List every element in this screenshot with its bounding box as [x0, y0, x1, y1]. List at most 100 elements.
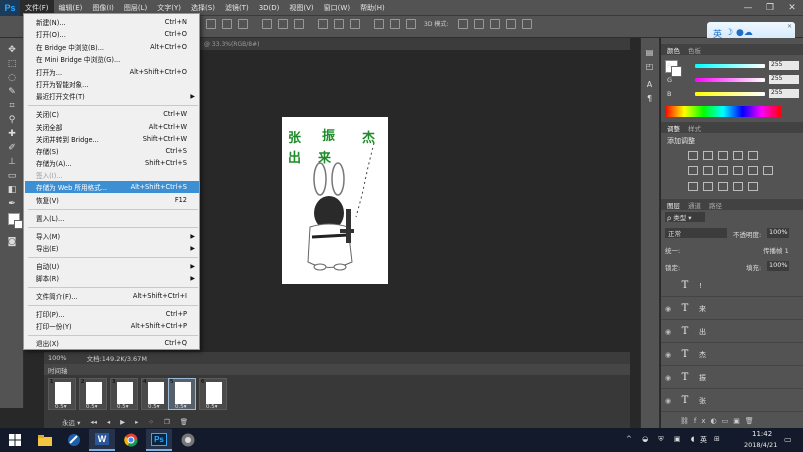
color-b-row[interactable]: B 255 [667, 89, 800, 98]
gradient-tool-icon[interactable]: ◧ [5, 184, 19, 196]
frame-delay[interactable]: 0.5▾ [175, 404, 187, 410]
timeline-frame-5[interactable]: 5 0.5▾ [168, 378, 196, 410]
ime-mode-icon[interactable]: ⊞ [714, 435, 720, 443]
play-icon[interactable]: ▶ [120, 418, 125, 426]
pen-tool-icon[interactable]: ✒ [5, 198, 19, 210]
media-app-icon[interactable] [175, 429, 201, 451]
opacity-input[interactable]: 100% [767, 228, 789, 238]
delete-frame-icon[interactable]: 🗑 [180, 418, 188, 426]
loop-select[interactable]: 永远 ▾ [62, 417, 80, 427]
marquee-tool-icon[interactable]: ⬚ [5, 58, 19, 70]
layer-name[interactable]: 出 [695, 327, 706, 337]
timeline-frame-3[interactable]: 3 0.5▾ [110, 378, 138, 410]
menu-item-close-all[interactable]: 关闭全部 Alt+Ctrl+W [25, 121, 199, 133]
close-icon[interactable]: ✕ [787, 23, 792, 30]
lasso-tool-icon[interactable]: ◌ [5, 72, 19, 84]
layer-row[interactable]: T ! [661, 275, 803, 297]
frame-delay[interactable]: 0.5▾ [55, 404, 67, 410]
windows-start-icon[interactable] [2, 429, 28, 451]
menu-3d[interactable]: 3D(D) [254, 0, 285, 16]
tab-paths[interactable]: 路径 [709, 200, 722, 210]
timeline-frame-6[interactable]: 6 0.5▾ [199, 378, 227, 410]
propagate-frame-checkbox[interactable]: 传播帧 1 [763, 245, 789, 255]
adjust-icons-row-3[interactable] [688, 182, 758, 191]
frame-delay[interactable]: 0.5▾ [86, 404, 98, 410]
menu-help[interactable]: 帮助(H) [355, 0, 390, 16]
layer-kind-filter[interactable]: ρ 类型 ▾ [665, 212, 705, 222]
distribute-top-icon[interactable] [318, 19, 328, 29]
align-bottom-icon[interactable] [238, 19, 248, 29]
menu-item-print[interactable]: 打印(P)... Ctrl+P [25, 308, 199, 320]
g-value-input[interactable]: 255 [769, 75, 799, 84]
menu-item-export[interactable]: 导出(E) ▶ [25, 242, 199, 254]
zoom-level[interactable]: 100% [48, 354, 67, 362]
menu-item-scripts[interactable]: 脚本(R) ▶ [25, 272, 199, 284]
align-center-icon[interactable] [278, 19, 288, 29]
blend-mode-select[interactable]: 正常 [665, 228, 727, 238]
menu-item-file-info[interactable]: 文件简介(F)... Alt+Shift+Ctrl+I [25, 290, 199, 302]
color-spectrum[interactable] [665, 106, 781, 117]
restore-button[interactable]: ❐ [759, 0, 781, 16]
system-tray-icons[interactable]: ^ ◒ ⛨ ▣ ◖ [626, 435, 698, 444]
align-left-icon[interactable] [262, 19, 272, 29]
menu-item-revert[interactable]: 恢复(V) F12 [25, 194, 199, 206]
menu-item-close-go-bridge[interactable]: 关闭并转到 Bridge... Shift+Ctrl+W [25, 133, 199, 145]
paragraph-icon[interactable]: ¶ [643, 94, 656, 105]
cleaner-app-icon[interactable] [61, 429, 87, 451]
clone-stamp-icon[interactable]: ⊥ [5, 156, 19, 168]
eyedropper-tool-icon[interactable]: ⚲ [5, 114, 19, 126]
scale-3d-icon[interactable] [522, 19, 532, 29]
first-frame-icon[interactable]: ◂◂ [90, 418, 97, 426]
menu-item-browse-mini-bridge[interactable]: 在 Mini Bridge 中浏览(G)... [25, 53, 199, 65]
layer-row[interactable]: ◉ T 出 [661, 321, 803, 343]
duplicate-frame-icon[interactable]: ❐ [164, 418, 170, 426]
r-value-input[interactable]: 255 [769, 61, 799, 70]
menu-item-open-as[interactable]: 打开为... Alt+Shift+Ctrl+O [25, 66, 199, 78]
menu-item-save-for-web[interactable]: 存储为 Web 所用格式... Alt+Shift+Ctrl+S [25, 181, 199, 193]
document-tab[interactable]: @ 33.3%(RGB/8#) [200, 38, 630, 50]
move-tool-icon[interactable]: ✥ [5, 44, 19, 56]
menu-item-open-smart-object[interactable]: 打开为智能对象... [25, 78, 199, 90]
menu-item-close[interactable]: 关闭(C) Ctrl+W [25, 108, 199, 120]
frame-delay[interactable]: 0.5▾ [206, 404, 218, 410]
menu-item-import[interactable]: 导入(M) ▶ [25, 230, 199, 242]
r-slider[interactable] [695, 63, 765, 68]
document-canvas[interactable]: 张 振 杰 出 来 [282, 117, 388, 284]
distribute-middle-icon[interactable] [334, 19, 344, 29]
color-bg-swatch[interactable] [671, 66, 682, 77]
layer-row[interactable]: ◉ T 来 [661, 298, 803, 320]
menu-item-save-as[interactable]: 存储为(A)... Shift+Ctrl+S [25, 157, 199, 169]
history-icon[interactable]: ▤ [643, 48, 656, 59]
menu-item-save[interactable]: 存储(S) Ctrl+S [25, 145, 199, 157]
word-app-icon[interactable]: W [89, 429, 115, 451]
brush-tool-icon[interactable]: ✐ [5, 142, 19, 154]
quick-select-tool-icon[interactable]: ✎ [5, 86, 19, 98]
b-value-input[interactable]: 255 [769, 89, 799, 98]
tab-styles[interactable]: 样式 [688, 123, 701, 133]
distribute-right-icon[interactable] [406, 19, 416, 29]
adjust-icons-row-2[interactable] [688, 166, 773, 175]
minimize-button[interactable]: — [737, 0, 759, 16]
next-frame-icon[interactable]: ▸ [135, 418, 138, 426]
layer-actions[interactable]: ⛓fx◐▭▣🗑 [680, 417, 759, 425]
layer-row[interactable]: ◉ T 杰 [661, 344, 803, 366]
distribute-left-icon[interactable] [374, 19, 384, 29]
eye-icon[interactable]: ◉ [661, 328, 675, 336]
b-slider[interactable] [695, 91, 765, 96]
align-middle-icon[interactable] [222, 19, 232, 29]
eye-icon[interactable]: ◉ [661, 397, 675, 405]
distribute-center-icon[interactable] [390, 19, 400, 29]
slide-3d-icon[interactable] [506, 19, 516, 29]
menu-item-open[interactable]: 打开(O)... Ctrl+O [25, 28, 199, 40]
crop-tool-icon[interactable]: ⌗ [5, 100, 19, 112]
layer-name[interactable]: 来 [695, 304, 706, 314]
menu-item-print-one-copy[interactable]: 打印一份(Y) Alt+Shift+Ctrl+P [25, 320, 199, 332]
prev-frame-icon[interactable]: ◂ [107, 418, 110, 426]
frame-delay[interactable]: 0.5▾ [117, 404, 129, 410]
layer-row[interactable]: ◉ T 张 [661, 390, 803, 412]
color-g-row[interactable]: G 255 [667, 75, 800, 84]
menu-item-recent-files[interactable]: 最近打开文件(T) ▶ [25, 90, 199, 102]
distribute-bottom-icon[interactable] [350, 19, 360, 29]
timeline-frame-2[interactable]: 2 0.5▾ [79, 378, 107, 410]
timeline-frame-1[interactable]: 1 0.5▾ [48, 378, 76, 410]
